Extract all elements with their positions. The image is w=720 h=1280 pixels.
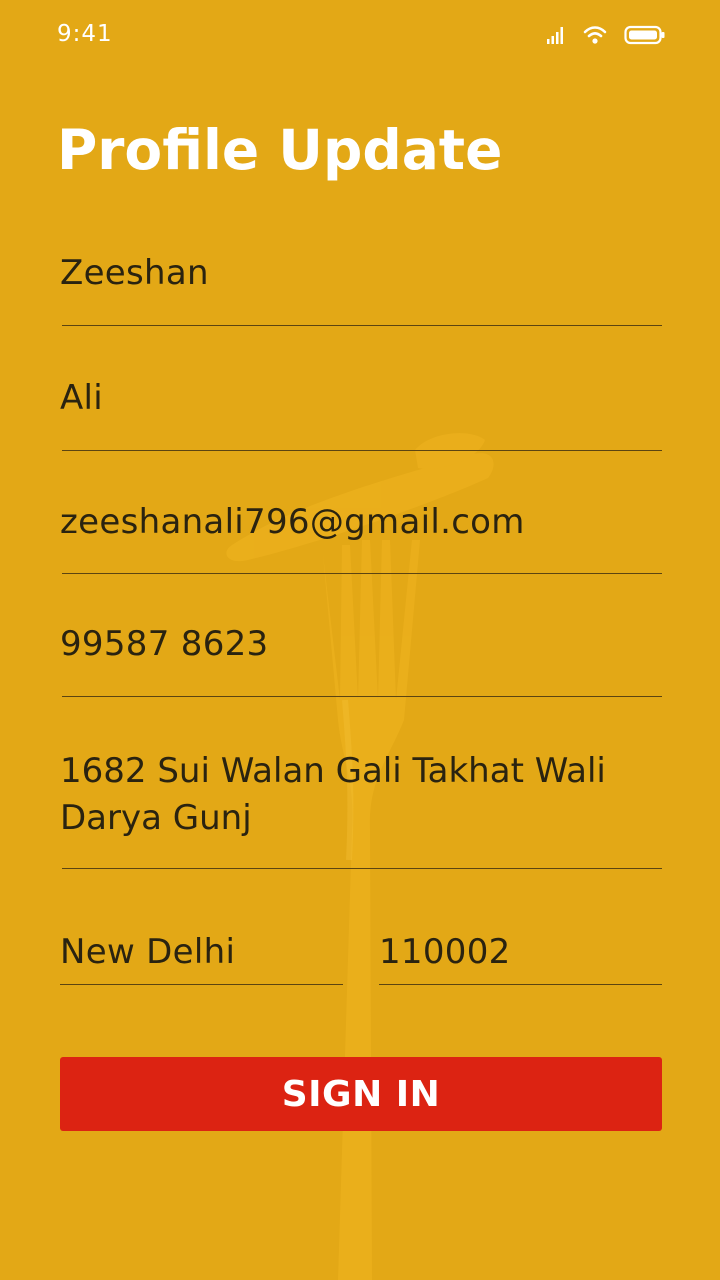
city-input[interactable] — [60, 929, 343, 975]
last-name-field — [60, 365, 662, 451]
email-field — [60, 489, 662, 574]
phone-input[interactable] — [60, 621, 662, 667]
first-name-input[interactable] — [60, 250, 662, 296]
status-bar: 9:41 — [0, 0, 720, 72]
page-title: Profile Update — [57, 118, 503, 182]
battery-icon — [624, 25, 665, 45]
status-time: 9:41 — [57, 21, 113, 47]
pincode-input[interactable] — [379, 929, 662, 975]
phone-field — [60, 611, 662, 697]
status-icons — [546, 23, 666, 47]
signal-icon — [547, 27, 563, 44]
address-input[interactable]: 1682 Sui Walan Gali Takhat Wali Darya Gu… — [60, 748, 662, 848]
profile-update-screen: 9:41 Profile Update Zeeshan Ali zeeshana… — [0, 0, 720, 1280]
last-name-input[interactable] — [60, 375, 662, 421]
sign-in-button[interactable]: SIGN IN — [60, 1057, 662, 1131]
wifi-icon — [583, 26, 607, 44]
city-field — [60, 921, 343, 985]
email-input[interactable] — [60, 499, 662, 545]
pincode-field — [379, 921, 662, 985]
address-field: 1682 Sui Walan Gali Takhat Wali Darya Gu… — [60, 748, 662, 869]
first-name-field — [60, 240, 662, 326]
